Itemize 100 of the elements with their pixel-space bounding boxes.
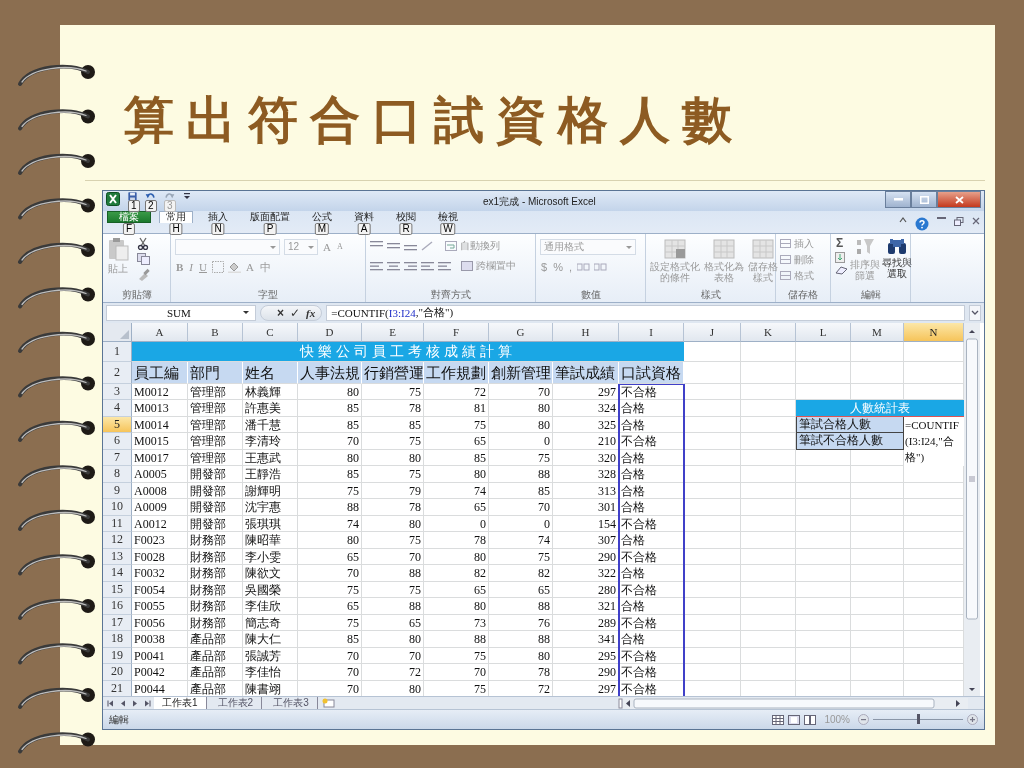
close-button[interactable] — [937, 191, 981, 208]
row-header[interactable]: 10 — [103, 499, 132, 516]
minimize-button[interactable] — [885, 191, 911, 208]
cell-row-icon — [780, 239, 791, 249]
ribbon-tab[interactable]: 版面配置 — [243, 210, 297, 223]
find-select-button[interactable]: 尋找與選取 — [882, 236, 912, 288]
align-icon[interactable] — [387, 260, 400, 271]
zoom-out-icon[interactable] — [858, 714, 869, 725]
clipboard-icon — [107, 236, 129, 261]
caret-icon — [308, 245, 314, 249]
customize-menu-icon[interactable] — [183, 192, 191, 200]
minimize-ribbon-icon[interactable] — [899, 216, 907, 223]
name-box[interactable]: SUM — [106, 304, 256, 321]
header-cell: 人事法規 — [298, 361, 362, 384]
table-cell: 74 — [424, 482, 489, 499]
font-name-field[interactable] — [175, 238, 280, 255]
restore-icon[interactable] — [954, 216, 964, 226]
sheet-nav-icon[interactable] — [143, 699, 151, 707]
empty-cell — [684, 532, 741, 549]
orientation-icon[interactable] — [421, 240, 435, 251]
row-header[interactable]: 14 — [103, 565, 132, 582]
eraser-icon[interactable] — [835, 265, 848, 275]
empty-cell — [741, 515, 796, 532]
table-cell: 76 — [489, 614, 553, 631]
row-header[interactable]: 12 — [103, 532, 132, 549]
ribbon-tab[interactable]: 檢視 — [431, 210, 465, 223]
insert-function-button[interactable]: fx — [304, 305, 318, 320]
cancel-button[interactable]: × — [275, 305, 286, 320]
table-cell: 70 — [424, 664, 489, 681]
brush-icon[interactable] — [137, 267, 150, 281]
align-icon[interactable] — [421, 260, 434, 271]
undo-icon[interactable] — [145, 192, 156, 201]
empty-cell — [851, 341, 904, 362]
table-cell: F0028 — [132, 548, 188, 565]
sheet-tab[interactable]: 工作表1 — [154, 697, 207, 710]
autosum-button[interactable]: Σ — [835, 236, 845, 249]
keytip: M — [314, 222, 330, 235]
align-icon[interactable] — [387, 240, 400, 251]
table-cell: 280 — [553, 581, 619, 598]
row-header[interactable]: 1 — [103, 341, 132, 362]
row-header[interactable]: 18 — [103, 631, 132, 648]
horizontal-scrollbar[interactable] — [618, 697, 968, 709]
maximize-button[interactable] — [911, 191, 937, 208]
table-cell: 80 — [489, 647, 553, 664]
table-cell: 88 — [489, 466, 553, 483]
help-icon[interactable] — [915, 216, 929, 231]
ribbon-tab[interactable]: 公式 — [305, 210, 339, 223]
minimize-icon[interactable] — [937, 216, 946, 220]
table-cell: 75 — [362, 581, 424, 598]
row-header[interactable]: 20 — [103, 664, 132, 681]
table-cell: 不合格 — [619, 433, 684, 450]
formula-field[interactable]: =COUNTIF(I3:I24,"合格") — [326, 304, 965, 321]
header-cell: 口試資格 — [619, 361, 684, 384]
zoom-slider-thumb[interactable] — [917, 714, 920, 724]
empty-cell — [741, 581, 796, 598]
row-header[interactable]: 2 — [103, 361, 132, 384]
keytip: P — [263, 222, 277, 235]
redo-icon[interactable] — [164, 192, 175, 201]
normal-view-icon[interactable] — [772, 714, 785, 725]
table-cell: F0056 — [132, 614, 188, 631]
fill-bucket-icon[interactable] — [227, 260, 241, 273]
border-icon[interactable] — [211, 260, 224, 273]
table-cell: 79 — [362, 482, 424, 499]
row-header[interactable]: 16 — [103, 598, 132, 615]
close-icon[interactable] — [972, 216, 980, 225]
table-cell: 財務部 — [188, 598, 243, 615]
excel-icon[interactable] — [106, 192, 120, 206]
table-cell: 65 — [424, 581, 489, 598]
table-cell: 70 — [298, 647, 362, 664]
align-icon[interactable] — [404, 260, 417, 271]
sheet-nav-icon[interactable] — [107, 699, 115, 707]
ribbon-tab[interactable]: 插入 — [201, 210, 235, 223]
save-icon[interactable] — [128, 192, 137, 201]
empty-cell — [796, 482, 851, 499]
scissors-icon[interactable] — [137, 236, 149, 250]
table-cell: 開發部 — [188, 499, 243, 516]
page-layout-icon[interactable] — [788, 714, 801, 725]
table-cell: 82 — [424, 565, 489, 582]
empty-cell — [684, 482, 741, 499]
fill-down-icon[interactable] — [835, 251, 845, 263]
row-header[interactable]: 6 — [103, 433, 132, 450]
table-cell: 不合格 — [619, 581, 684, 598]
empty-cell — [741, 614, 796, 631]
ribbon-tab[interactable]: 校閱 — [389, 210, 423, 223]
insert-sheet-icon[interactable] — [320, 698, 335, 709]
row-header[interactable]: 8 — [103, 466, 132, 483]
align-icon[interactable] — [370, 260, 383, 271]
table-cell: A0012 — [132, 515, 188, 532]
table-grid-icon — [713, 238, 735, 259]
row-header[interactable]: 4 — [103, 400, 132, 417]
ribbon-tab[interactable]: 資料 — [347, 210, 381, 223]
table-cell: 320 — [553, 449, 619, 466]
expand-icon[interactable] — [969, 304, 981, 321]
enter-button[interactable]: ✓ — [288, 305, 303, 320]
zoom-in-icon[interactable] — [967, 714, 978, 725]
table-cell: 合格 — [619, 598, 684, 615]
page-break-icon[interactable] — [804, 714, 817, 725]
align-icon[interactable] — [438, 260, 451, 271]
keytip: 3 — [164, 200, 176, 212]
empty-cell — [796, 341, 851, 362]
